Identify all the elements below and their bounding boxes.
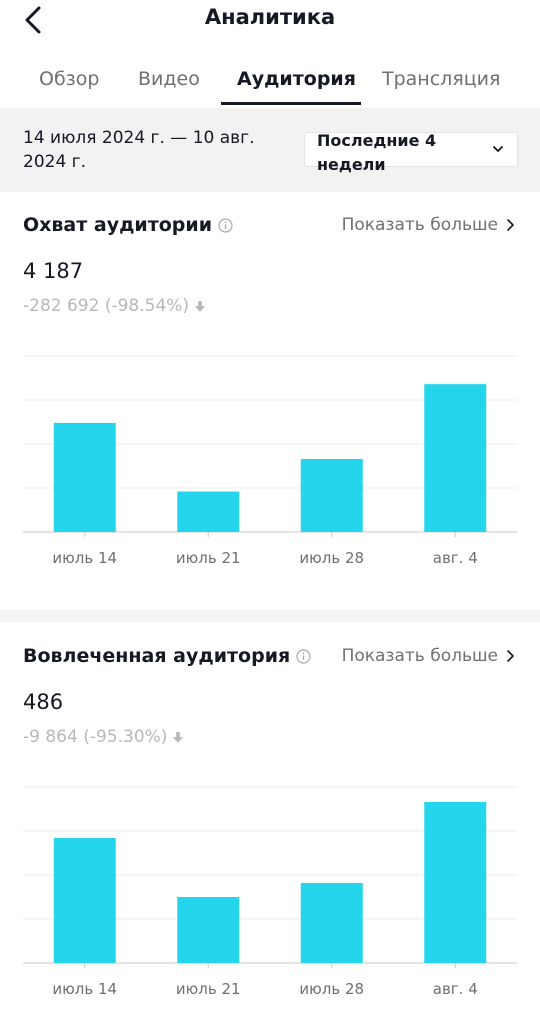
- bar[interactable]: [424, 801, 487, 963]
- reach-delta-text: -282 692 (-98.54%): [23, 296, 190, 316]
- engaged-title-text: Вовлеченная аудитория: [23, 645, 291, 667]
- reach-value: 4 187: [23, 259, 84, 283]
- bar[interactable]: [53, 422, 116, 532]
- engaged-show-more-link[interactable]: Показать больше: [342, 646, 514, 666]
- x-tick-label: июль 28: [299, 980, 364, 998]
- tab-audience[interactable]: Аудитория: [237, 68, 356, 90]
- x-tick-label: авг. 4: [433, 549, 478, 567]
- x-tick-label: июль 21: [176, 549, 241, 567]
- bar[interactable]: [300, 882, 363, 963]
- engaged-delta: -9 864 (-95.30%): [23, 727, 184, 747]
- x-tick-label: авг. 4: [433, 980, 478, 998]
- date-filter-bar: 14 июля 2024 г. — 10 авг. 2024 г. Послед…: [0, 108, 540, 192]
- tab-bar: Обзор Видео Аудитория Трансляция: [0, 58, 540, 109]
- tab-live[interactable]: Трансляция: [382, 68, 500, 90]
- chevron-right-icon: [507, 650, 514, 662]
- bar[interactable]: [300, 458, 363, 532]
- bar[interactable]: [424, 384, 487, 532]
- x-tick-label: июль 14: [52, 549, 117, 567]
- reach-show-more-label: Показать больше: [341, 215, 498, 235]
- bar[interactable]: [177, 897, 240, 963]
- engaged-show-more-label: Показать больше: [341, 646, 498, 666]
- engaged-value: 486: [23, 690, 64, 714]
- reach-delta: -282 692 (-98.54%): [23, 296, 206, 316]
- reach-title: Охват аудитории: [23, 214, 233, 236]
- tab-overview[interactable]: Обзор: [39, 68, 99, 90]
- tab-video[interactable]: Видео: [138, 68, 200, 90]
- section-divider: [0, 610, 540, 622]
- x-tick-label: июль 28: [299, 549, 364, 567]
- active-tab-indicator: [221, 102, 361, 105]
- engaged-title: Вовлеченная аудитория: [23, 645, 311, 667]
- reach-title-text: Охват аудитории: [23, 214, 213, 236]
- engaged-delta-text: -9 864 (-95.30%): [23, 727, 168, 747]
- page-title: Аналитика: [204, 5, 336, 29]
- top-bar: Аналитика: [0, 0, 540, 40]
- x-tick-label: июль 21: [176, 980, 241, 998]
- info-icon[interactable]: [296, 649, 311, 664]
- date-range-label: 14 июля 2024 г. — 10 авг. 2024 г.: [23, 128, 255, 172]
- down-arrow-icon: [195, 300, 206, 312]
- reach-show-more-link[interactable]: Показать больше: [342, 215, 514, 235]
- chevron-right-icon: [507, 219, 514, 231]
- bar[interactable]: [53, 838, 116, 963]
- engaged-bar-chart: июль 14 июль 21 июль 28 авг. 4: [23, 786, 517, 998]
- reach-bar-chart: июль 14 июль 21 июль 28 авг. 4: [23, 355, 517, 567]
- down-arrow-icon: [173, 731, 184, 743]
- x-tick-label: июль 14: [52, 980, 117, 998]
- period-dropdown[interactable]: Последние 4 недели: [304, 131, 518, 174]
- bar[interactable]: [177, 491, 240, 532]
- info-icon[interactable]: [218, 218, 233, 233]
- period-dropdown-label: Последние 4 недели: [317, 131, 437, 174]
- chevron-down-icon: [493, 146, 503, 152]
